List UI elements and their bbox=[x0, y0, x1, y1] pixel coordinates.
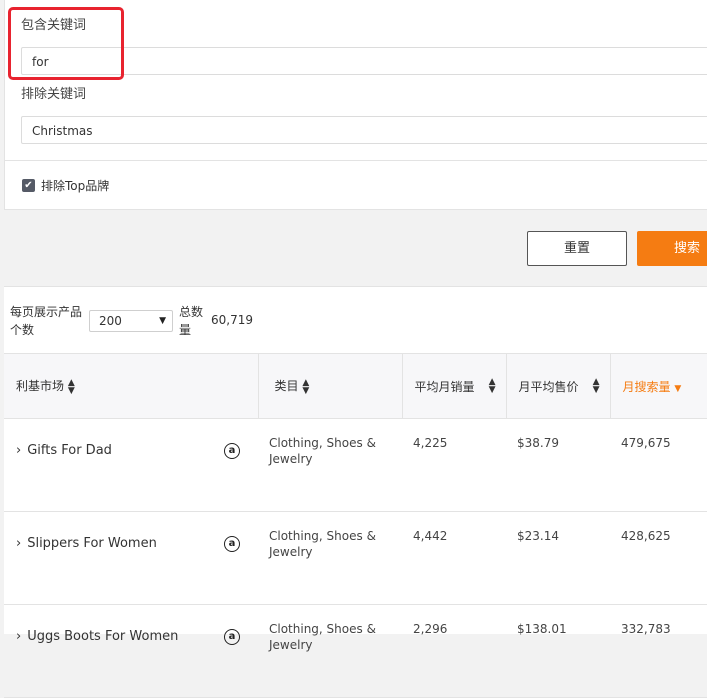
sort-icon[interactable]: ▲ ▼ bbox=[593, 378, 600, 395]
table-row[interactable]: › Uggs Boots For Women a Clothing, Shoes &… bbox=[4, 604, 707, 698]
market-name[interactable]: Slippers For Women bbox=[27, 536, 157, 551]
monthly-searches-cell: 479,675 bbox=[610, 418, 707, 512]
filter-panel: 包含关键词 for 排除关键词 Christmas ✔ 排除Top品牌 bbox=[4, 0, 707, 210]
amazon-icon[interactable]: a bbox=[224, 536, 240, 552]
sort-icon[interactable]: ▲ ▼ bbox=[489, 378, 496, 395]
chevron-right-icon[interactable]: › bbox=[16, 443, 21, 459]
amazon-icon[interactable]: a bbox=[224, 443, 240, 459]
page-size-select[interactable]: 200 ▼ bbox=[89, 310, 173, 332]
column-header-avg-monthly-price[interactable]: 月平均售价 ▲ ▼ bbox=[506, 353, 611, 419]
category-cell: Clothing, Shoes & Jewelry bbox=[258, 511, 402, 605]
exclude-keywords-input[interactable]: Christmas bbox=[21, 116, 707, 144]
sort-icon[interactable]: ▲ ▼ bbox=[68, 378, 75, 395]
divider bbox=[5, 160, 707, 161]
avg-price-cell: $38.79 bbox=[506, 418, 610, 512]
exclude-top-brands-label[interactable]: 排除Top品牌 bbox=[41, 177, 109, 194]
category-cell: Clothing, Shoes & Jewelry bbox=[258, 418, 402, 512]
exclude-keywords-label: 排除关键词 bbox=[21, 87, 87, 102]
avg-price-cell: $23.14 bbox=[506, 511, 610, 605]
avg-sales-cell: 2,296 bbox=[402, 604, 506, 698]
sort-icon[interactable]: ▲ ▼ bbox=[302, 378, 309, 395]
results-area: 每页展示产品个数 200 ▼ 总数量 60,719 利基市场 ▲ ▼ 类目 ▲ ▼ … bbox=[4, 286, 707, 698]
amazon-icon[interactable]: a bbox=[224, 629, 240, 645]
sort-desc-icon[interactable]: ▼ bbox=[674, 384, 681, 394]
total-label: 总数量 bbox=[179, 305, 204, 337]
chevron-right-icon[interactable]: › bbox=[16, 629, 21, 645]
market-name[interactable]: Gifts For Dad bbox=[27, 443, 112, 458]
chevron-right-icon[interactable]: › bbox=[16, 536, 21, 552]
column-header-monthly-searches[interactable]: 月搜索量 ▼ bbox=[610, 353, 707, 419]
per-page-label: 每页展示产品个数 bbox=[10, 305, 83, 337]
market-name[interactable]: Uggs Boots For Women bbox=[27, 629, 178, 644]
page-size-value: 200 bbox=[99, 314, 122, 328]
column-header-avg-monthly-sales[interactable]: 平均月销量 ▲ ▼ bbox=[402, 353, 507, 419]
search-button[interactable]: 搜索 bbox=[637, 231, 707, 266]
column-header-category[interactable]: 类目 ▲ ▼ bbox=[258, 353, 403, 419]
category-cell: Clothing, Shoes & Jewelry bbox=[258, 604, 402, 698]
caret-down-icon: ▼ bbox=[159, 316, 166, 326]
table-header-row: 利基市场 ▲ ▼ 类目 ▲ ▼ 平均月销量 ▲ ▼ 月平均售价 ▲ ▼ 月搜索量 ▼ bbox=[4, 353, 707, 419]
checkmark-icon: ✔ bbox=[24, 180, 33, 191]
monthly-searches-cell: 428,625 bbox=[610, 511, 707, 605]
avg-price-cell: $138.01 bbox=[506, 604, 610, 698]
avg-sales-cell: 4,225 bbox=[402, 418, 506, 512]
reset-button[interactable]: 重置 bbox=[527, 231, 627, 266]
table-row[interactable]: › Slippers For Women a Clothing, Shoes & J… bbox=[4, 511, 707, 605]
table-row[interactable]: › Gifts For Dad a Clothing, Shoes & Jewelr… bbox=[4, 418, 707, 512]
exclude-top-brands-checkbox[interactable]: ✔ bbox=[22, 179, 35, 192]
results-table: 利基市场 ▲ ▼ 类目 ▲ ▼ 平均月销量 ▲ ▼ 月平均售价 ▲ ▼ 月搜索量 ▼ › Gi… bbox=[4, 353, 707, 698]
monthly-searches-cell: 332,783 bbox=[610, 604, 707, 698]
total-count: 60,719 bbox=[211, 313, 253, 327]
include-keywords-input[interactable]: for bbox=[21, 47, 707, 75]
avg-sales-cell: 4,442 bbox=[402, 511, 506, 605]
column-header-market[interactable]: 利基市场 ▲ ▼ bbox=[4, 353, 259, 419]
include-keywords-label: 包含关键词 bbox=[21, 18, 87, 33]
